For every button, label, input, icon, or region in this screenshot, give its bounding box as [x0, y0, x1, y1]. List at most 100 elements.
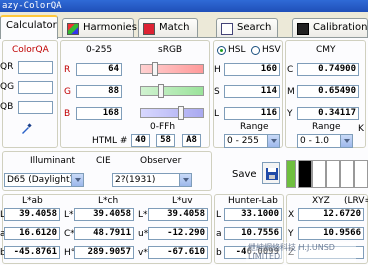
hunter-l-field[interactable]: 33.1000 — [224, 208, 282, 221]
qg-field[interactable] — [18, 81, 53, 94]
lab-b-field[interactable]: -45.8761 — [4, 246, 60, 259]
hunter-a-field[interactable]: 10.7556 — [224, 227, 282, 240]
chevron-down-icon — [267, 135, 279, 147]
cmy-range-label: Range — [312, 122, 341, 132]
xyz-x-label: X — [288, 210, 295, 220]
xyz-x-field[interactable]: 12.6720 — [298, 208, 364, 221]
g-field[interactable]: 88 — [76, 85, 122, 98]
g-slider[interactable] — [140, 86, 204, 96]
hsl-range-select[interactable]: 0 - 255 — [224, 134, 280, 148]
h-label: H — [214, 65, 221, 75]
tab-calibration-label: Calibration — [313, 22, 368, 33]
colorqa-title: ColorQA — [12, 45, 49, 55]
swatch-empty-2[interactable] — [326, 160, 340, 188]
hex-g-field[interactable]: 58 — [156, 134, 175, 147]
g-slider-thumb[interactable] — [158, 84, 164, 98]
hex-r-field[interactable]: 40 — [131, 134, 150, 147]
swatch-empty-4[interactable] — [354, 160, 368, 188]
observer-select[interactable]: 2?(1931) — [112, 173, 192, 187]
tab-search[interactable]: Search — [216, 18, 278, 38]
c-field[interactable]: 0.74900 — [297, 63, 359, 76]
cie-label: CIE — [96, 156, 111, 166]
observer-value: 2?(1931) — [115, 175, 156, 185]
swatch-empty-1[interactable] — [312, 160, 326, 188]
luv-v-field[interactable]: -67.610 — [148, 246, 208, 259]
chevron-down-icon — [179, 174, 191, 186]
tab-search-label: Search — [237, 22, 272, 33]
xyz-y-field[interactable]: 10.9566 — [298, 227, 364, 240]
y-field[interactable]: 0.34117 — [297, 107, 359, 120]
b-slider-thumb[interactable] — [178, 106, 184, 120]
lch-h-field[interactable]: 289.9057 — [74, 246, 134, 259]
illuminant-select[interactable]: D65 (Daylight) — [4, 173, 84, 187]
cmy-range-value: 0 - 1.0 — [300, 136, 330, 146]
r-slider[interactable] — [140, 64, 204, 74]
s-field[interactable]: 114 — [224, 85, 280, 98]
b-slider[interactable] — [140, 108, 204, 118]
tab-harmonies[interactable]: Harmonies — [62, 18, 137, 38]
swatch-empty-3[interactable] — [340, 160, 354, 188]
b-label: B — [64, 109, 71, 119]
luv-u-field[interactable]: -12.290 — [148, 227, 208, 240]
m-label: M — [287, 87, 295, 97]
cmy-title: CMY — [316, 45, 336, 55]
hex-b-field[interactable]: A8 — [182, 134, 201, 147]
g-label: G — [64, 87, 71, 97]
xyz-lrv-label: (LRV= — [344, 196, 368, 206]
eyedropper-icon[interactable] — [20, 123, 32, 135]
illuminant-label: Illuminant — [30, 156, 76, 166]
qr-field[interactable] — [18, 61, 53, 74]
hunter-b-label: b — [216, 248, 222, 258]
qb-label: QB — [0, 102, 14, 112]
luv-header: L*uv — [172, 196, 193, 206]
y-label: Y — [287, 109, 293, 119]
hsv-radio[interactable] — [251, 46, 260, 55]
chevron-down-icon — [71, 174, 83, 186]
hsl-radio-label: HSL — [228, 45, 246, 55]
rgb-range-label: 0-255 — [86, 45, 113, 55]
tab-calibration[interactable]: Calibration — [292, 18, 368, 38]
hsl-range-value: 0 - 255 — [227, 136, 259, 146]
watermark-text: 紲紳網絡科技 H.J.UNSD LIMITED — [246, 242, 356, 262]
luv-v-label: v* — [138, 248, 148, 258]
xyz-y-label: Y — [288, 229, 294, 239]
lab-l-field[interactable]: 39.4058 — [4, 208, 60, 221]
lch-l-field[interactable]: 39.4058 — [74, 208, 134, 221]
r-field[interactable]: 64 — [76, 63, 122, 76]
b-field[interactable]: 168 — [76, 107, 122, 120]
c-label: C — [287, 65, 294, 75]
observer-label: Observer — [140, 156, 182, 166]
save-label: Save — [232, 169, 257, 180]
tab-calculator[interactable]: Calculator — [0, 15, 58, 39]
floppy-icon — [266, 168, 278, 180]
harmonies-icon — [67, 23, 79, 35]
lch-l-label: L* — [64, 210, 74, 220]
hsl-radio[interactable] — [217, 46, 226, 55]
m-field[interactable]: 0.65490 — [297, 85, 359, 98]
match-icon — [143, 23, 155, 35]
hsl-range-label: Range — [240, 122, 269, 132]
hex-range-label: 0-FFh — [150, 122, 176, 132]
r-label: R — [64, 65, 71, 75]
srgb-label: sRGB — [158, 45, 183, 55]
lch-header: L*ch — [98, 196, 119, 206]
qr-label: QR — [0, 62, 14, 72]
k-label: K — [358, 124, 364, 134]
lch-c-field[interactable]: 48.7911 — [74, 227, 134, 240]
qb-field[interactable] — [18, 101, 53, 114]
luv-l-field[interactable]: 39.4058 — [148, 208, 208, 221]
lab-a-field[interactable]: 16.6120 — [4, 227, 60, 240]
l-label: L — [214, 109, 220, 119]
swatch-green[interactable] — [286, 160, 296, 188]
window-title: azy-ColorQA — [0, 0, 368, 12]
h-field[interactable]: 160 — [224, 63, 280, 76]
r-slider-thumb[interactable] — [152, 62, 158, 76]
tab-match[interactable]: Match — [138, 18, 198, 38]
cmy-range-select[interactable]: 0 - 1.0 — [297, 134, 353, 148]
l-field[interactable]: 116 — [224, 107, 280, 120]
swatch-black[interactable] — [298, 160, 312, 188]
hunter-title: Hunter-Lab — [228, 196, 278, 206]
hunter-l-label: L — [216, 210, 222, 220]
tab-harmonies-label: Harmonies — [83, 22, 137, 33]
save-button[interactable] — [262, 162, 280, 184]
